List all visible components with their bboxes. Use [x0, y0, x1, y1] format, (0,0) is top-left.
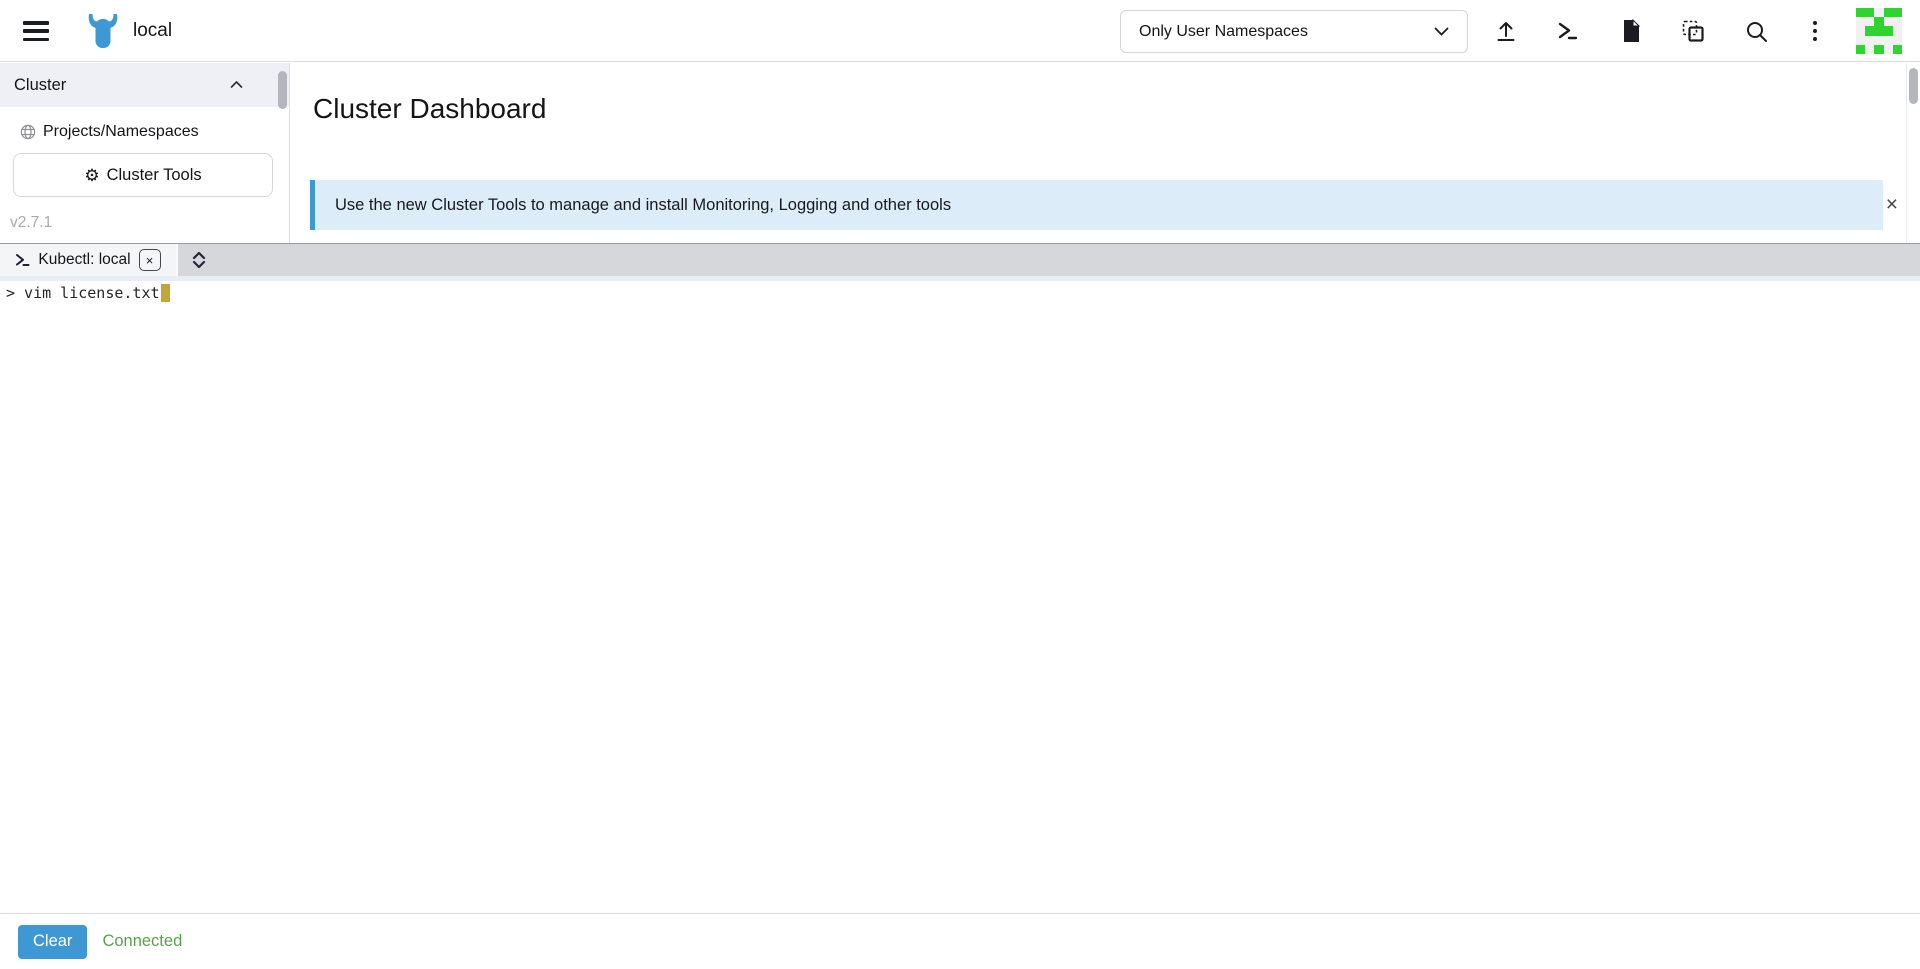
sidebar-item-projects-namespaces[interactable]: Projects/Namespaces: [0, 119, 289, 145]
chevron-down-icon: [1434, 27, 1449, 36]
tab-close-button[interactable]: ×: [139, 249, 161, 271]
cluster-name: local: [133, 20, 172, 42]
terminal-panel: Kubectl: local × > vim license.txt Clear…: [0, 243, 1920, 969]
terminal-tab-bar: Kubectl: local ×: [0, 243, 1920, 276]
version-label: v2.7.1: [10, 214, 52, 232]
unfold-vertical-icon: [192, 250, 206, 270]
terminal-footer: Clear Connected: [0, 913, 1920, 969]
info-banner: Use the new Cluster Tools to manage and …: [310, 180, 1883, 230]
copy-resource-button[interactable]: [1675, 13, 1711, 49]
terminal-output[interactable]: > vim license.txt: [0, 281, 1920, 913]
main-menu-button[interactable]: [23, 21, 49, 41]
search-button[interactable]: [1738, 13, 1774, 49]
chevron-up-icon: [230, 80, 243, 89]
globe-icon: [20, 124, 36, 140]
expand-panel-button[interactable]: [186, 244, 212, 276]
terminal-icon: [1557, 21, 1579, 41]
tab-label: Kubectl: local: [38, 251, 130, 269]
cluster-tools-label: Cluster Tools: [107, 166, 202, 185]
sidebar-scrollbar-thumb[interactable]: [278, 71, 287, 109]
cluster-tools-button[interactable]: ⚙ Cluster Tools: [13, 153, 273, 197]
namespace-filter-dropdown[interactable]: Only User Namespaces: [1120, 10, 1468, 53]
info-banner-text: Use the new Cluster Tools to manage and …: [335, 196, 951, 215]
copy-icon: [1681, 19, 1705, 43]
file-icon: [1621, 19, 1641, 43]
terminal-line: > vim license.txt: [6, 284, 160, 302]
kebab-menu-icon: [1813, 21, 1818, 42]
sidebar-item-label: Projects/Namespaces: [43, 123, 199, 141]
search-icon: [1745, 20, 1768, 43]
app-root: local Only User Namespaces: [0, 0, 1920, 969]
gear-icon: ⚙: [84, 167, 99, 184]
tab-terminal-icon: [15, 253, 30, 267]
top-header: local Only User Namespaces: [0, 0, 1920, 62]
main-scrollbar-thumb[interactable]: [1909, 68, 1918, 104]
kubectl-shell-button[interactable]: [1550, 13, 1586, 49]
main-scrollbar[interactable]: [1906, 63, 1920, 243]
upload-icon: [1494, 19, 1518, 43]
user-avatar[interactable]: [1856, 8, 1902, 54]
page-title: Cluster Dashboard: [313, 93, 546, 125]
main-content: Cluster Dashboard Use the new Cluster To…: [291, 63, 1920, 243]
rancher-logo-icon[interactable]: [84, 13, 122, 49]
view-yaml-button[interactable]: [1613, 13, 1649, 49]
banner-close-button[interactable]: ×: [1886, 194, 1898, 215]
clear-button[interactable]: Clear: [18, 925, 87, 959]
terminal-cursor: [161, 284, 170, 302]
user-avatar-grid: [1856, 8, 1902, 54]
namespace-filter-value: Only User Namespaces: [1139, 23, 1308, 41]
import-yaml-button[interactable]: [1488, 13, 1524, 49]
sidebar-section-label: Cluster: [14, 76, 66, 95]
sidebar: Cluster Projects/Namespaces ⚙ Cluster To…: [0, 63, 290, 243]
hamburger-icon: [23, 21, 49, 25]
connection-status: Connected: [102, 932, 182, 951]
tab-kubectl-local[interactable]: Kubectl: local ×: [0, 244, 178, 276]
sidebar-section-cluster[interactable]: Cluster: [0, 63, 289, 107]
header-kebab-menu-button[interactable]: [1797, 13, 1833, 49]
